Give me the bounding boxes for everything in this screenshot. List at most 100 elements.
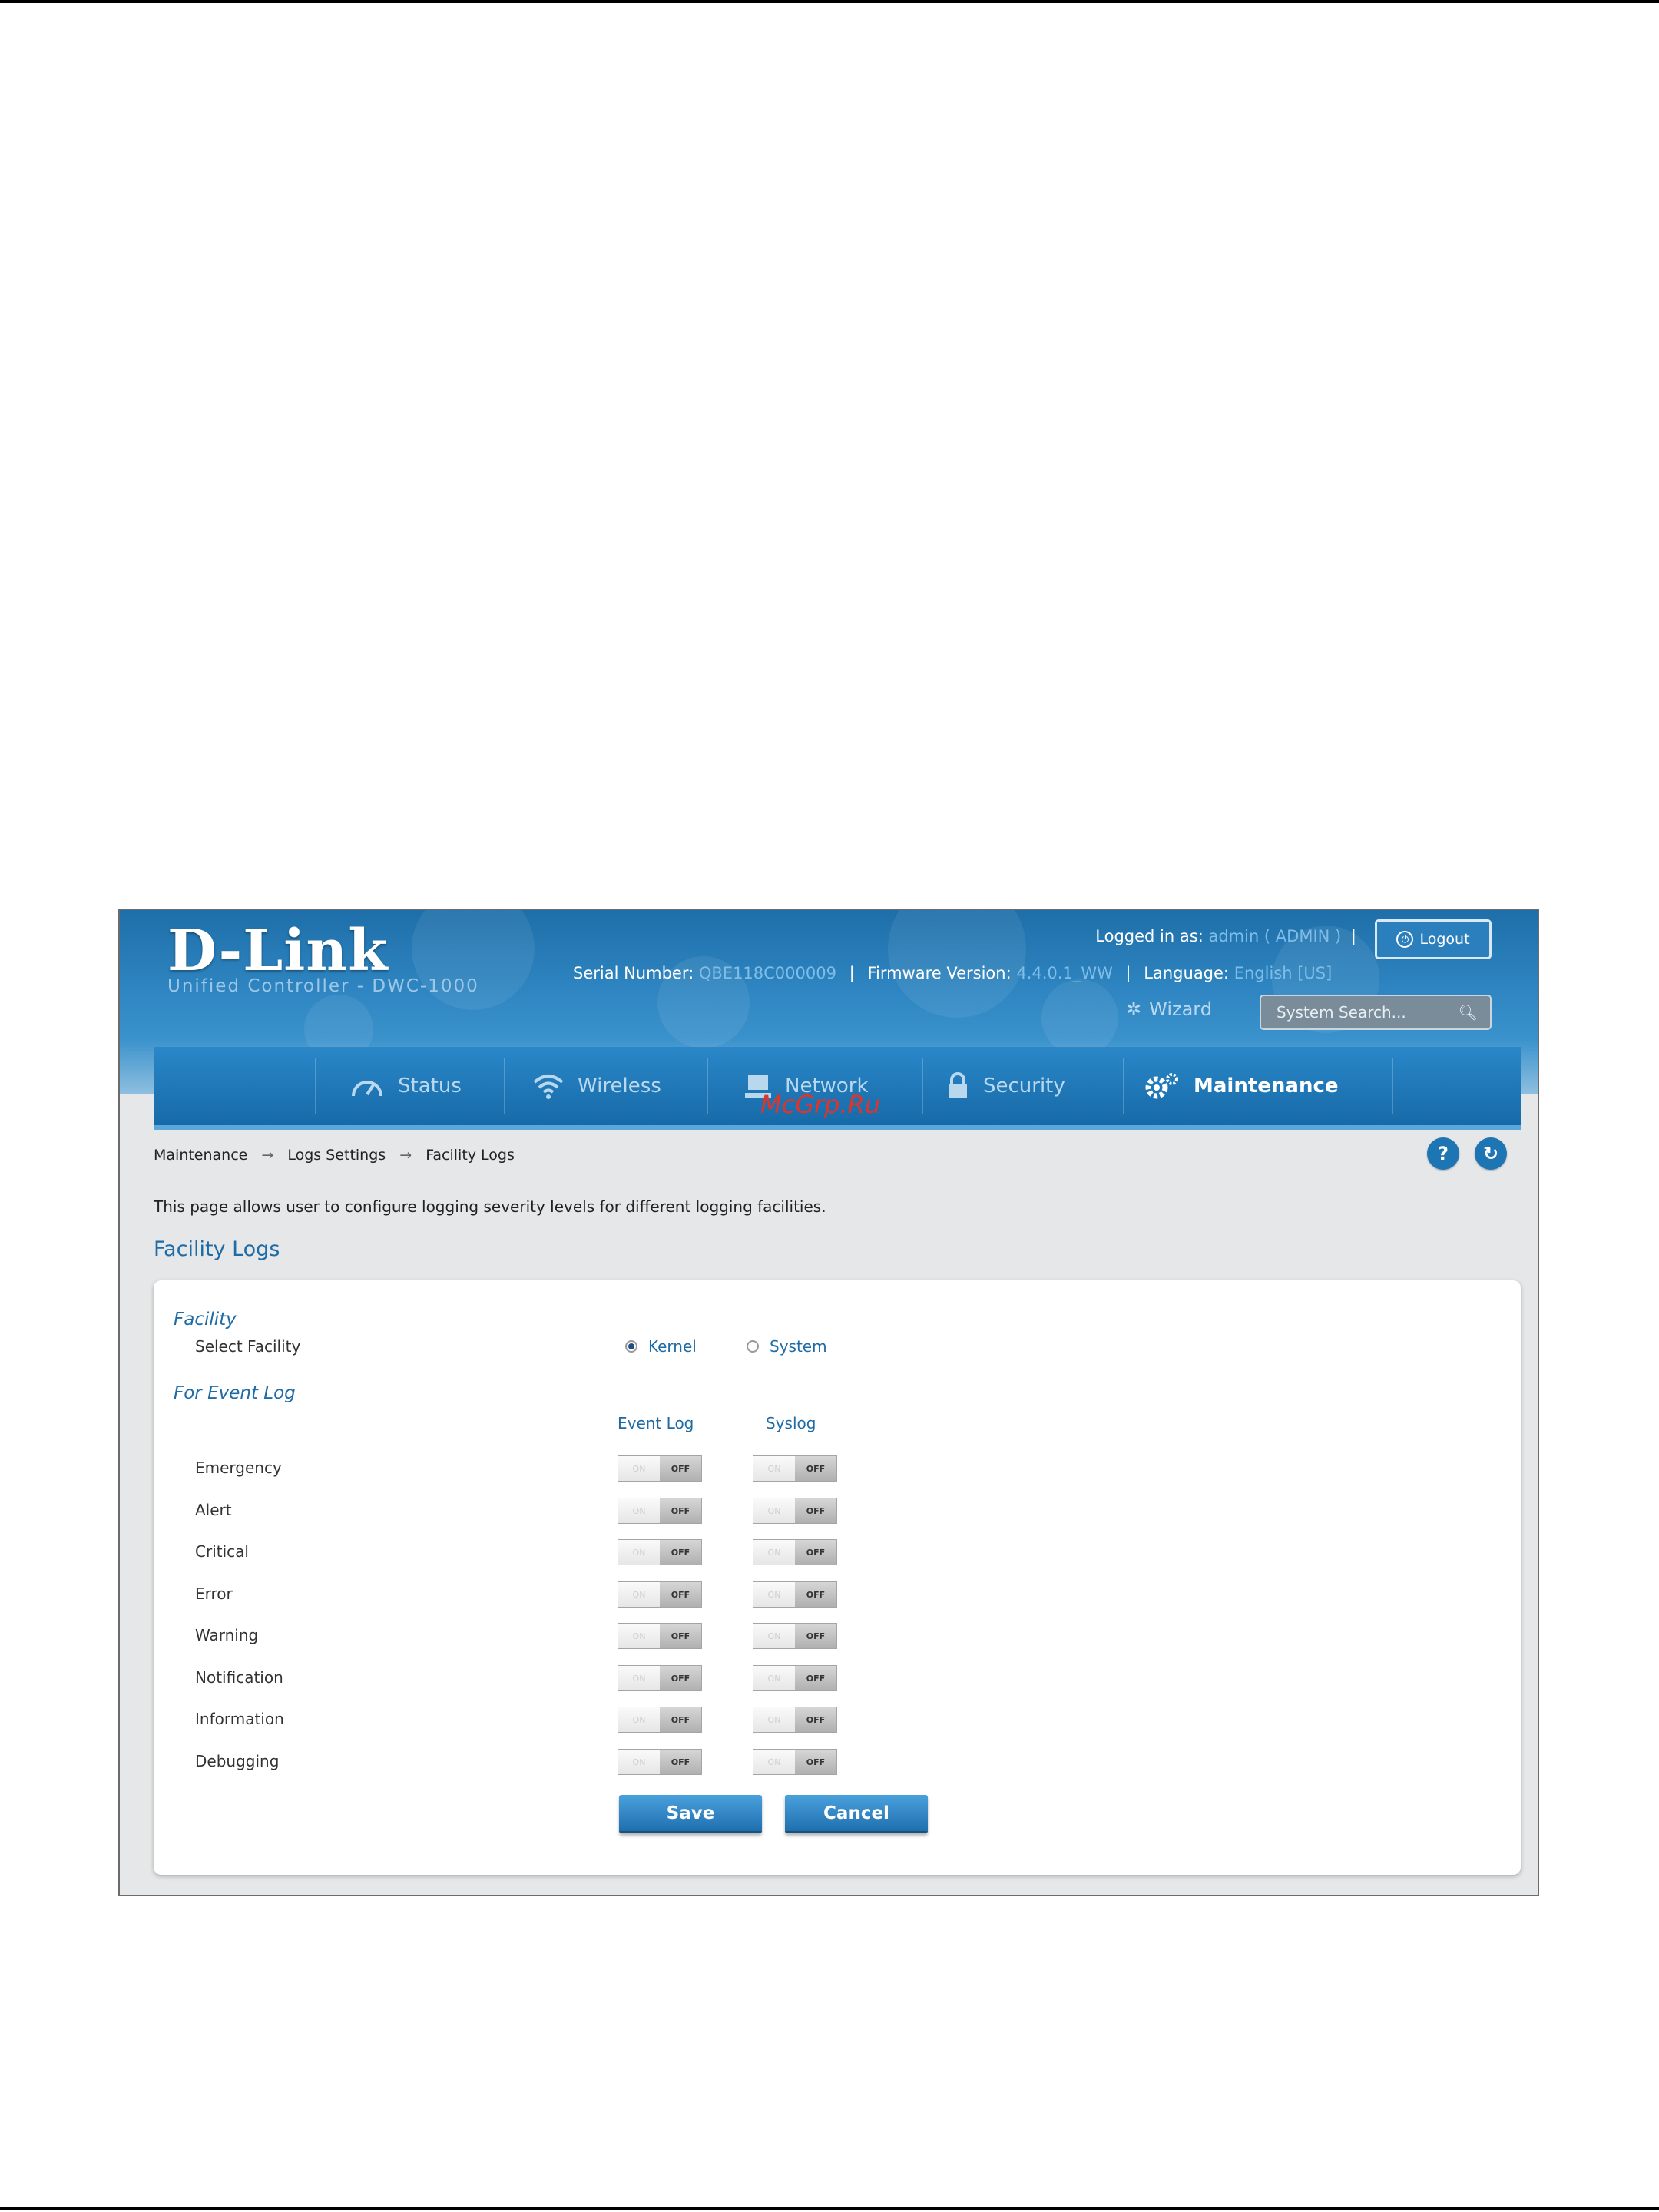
toggle-state: OFF <box>660 1540 701 1565</box>
event-log-toggle-notification[interactable]: ON OFF <box>618 1665 702 1691</box>
event-log-toggle-information[interactable]: ON OFF <box>618 1707 702 1733</box>
speedometer-icon <box>352 1081 382 1097</box>
logged-in-label: Logged in as: <box>1095 927 1204 945</box>
syslog-toggle-notification[interactable]: ON OFF <box>753 1665 837 1691</box>
toggle-on-part: ON <box>753 1540 795 1565</box>
system-search-input[interactable]: System Search... 🔍︎ <box>1260 995 1492 1030</box>
severity-label-error: Error <box>195 1584 233 1603</box>
firmware-label: Firmware Version: <box>867 964 1012 982</box>
toggle-on-part: ON <box>753 1498 795 1523</box>
toggle-state: OFF <box>795 1582 836 1607</box>
serial-value: QBE118C000009 <box>698 964 836 982</box>
toggle-on-part: ON <box>618 1666 660 1690</box>
severity-label-information: Information <box>195 1710 284 1728</box>
toggle-state: OFF <box>660 1582 701 1607</box>
nav-item-maintenance[interactable]: Maintenance <box>1143 1047 1339 1125</box>
breadcrumb-arrow: → <box>261 1147 274 1164</box>
wand-icon: ✲ <box>1126 998 1142 1020</box>
toggle-on-part: ON <box>753 1624 795 1648</box>
refresh-icon[interactable]: ↻ <box>1475 1137 1507 1170</box>
breadcrumb-maintenance[interactable]: Maintenance <box>154 1147 247 1164</box>
toggle-state: OFF <box>660 1666 701 1690</box>
severity-label-debugging: Debugging <box>195 1752 280 1770</box>
event-log-toggle-debugging[interactable]: ON OFF <box>618 1749 702 1775</box>
event-log-toggle-critical[interactable]: ON OFF <box>618 1539 702 1565</box>
app-screenshot: D-Link Unified Controller - DWC-1000 Log… <box>118 909 1539 1896</box>
toggle-on-part: ON <box>618 1750 660 1774</box>
toggle-on-part: ON <box>753 1750 795 1774</box>
wizard-link[interactable]: ✲ Wizard <box>1126 998 1212 1020</box>
nav-item-security[interactable]: Security <box>946 1047 1065 1125</box>
toggle-on-part: ON <box>618 1540 660 1565</box>
syslog-toggle-warning[interactable]: ON OFF <box>753 1623 837 1649</box>
col-syslog: Syslog <box>766 1414 816 1432</box>
event-log-toggle-error[interactable]: ON OFF <box>618 1581 702 1608</box>
device-info: Serial Number: QBE118C000009 | Firmware … <box>573 964 1333 982</box>
toggle-state: OFF <box>795 1666 836 1690</box>
nav-item-status[interactable]: Status <box>350 1047 462 1125</box>
page-top-rule <box>0 0 1659 3</box>
wizard-label: Wizard <box>1149 998 1212 1020</box>
radio-kernel[interactable]: Kernel <box>625 1337 697 1356</box>
severity-label-emergency: Emergency <box>195 1459 282 1477</box>
facility-logs-panel: Facility Select Facility Kernel System F… <box>154 1280 1521 1875</box>
toggle-on-part: ON <box>618 1498 660 1523</box>
save-button[interactable]: Save <box>619 1795 762 1833</box>
search-icon[interactable]: 🔍︎ <box>1459 1003 1478 1022</box>
dlink-logo: D-Link <box>167 918 389 984</box>
language-value[interactable]: English [US] <box>1234 964 1333 982</box>
breadcrumb-arrow: → <box>399 1147 412 1164</box>
syslog-toggle-debugging[interactable]: ON OFF <box>753 1749 837 1775</box>
login-status: Logged in as: admin ( ADMIN ) | <box>1095 927 1356 945</box>
facility-section-title: Facility <box>174 1310 237 1330</box>
toggle-on-part: ON <box>618 1456 660 1481</box>
radio-dot-kernel[interactable] <box>625 1340 637 1353</box>
firmware-value: 4.4.0.1_WW <box>1016 964 1113 982</box>
syslog-toggle-emergency[interactable]: ON OFF <box>753 1455 837 1482</box>
help-icon[interactable]: ? <box>1427 1137 1459 1170</box>
radio-dot-system[interactable] <box>747 1340 759 1353</box>
breadcrumb-logs-settings[interactable]: Logs Settings <box>287 1147 386 1164</box>
syslog-toggle-information[interactable]: ON OFF <box>753 1707 837 1733</box>
toggle-state: OFF <box>795 1750 836 1774</box>
toggle-state: OFF <box>795 1540 836 1565</box>
logged-in-user[interactable]: admin ( ADMIN ) <box>1208 927 1341 945</box>
nav-label-status: Status <box>398 1075 462 1098</box>
toggle-on-part: ON <box>753 1666 795 1690</box>
logout-button[interactable]: ⏻ Logout <box>1375 919 1492 959</box>
toggle-state: OFF <box>660 1707 701 1732</box>
cancel-button[interactable]: Cancel <box>785 1795 928 1833</box>
toggle-state: OFF <box>660 1456 701 1481</box>
syslog-toggle-error[interactable]: ON OFF <box>753 1581 837 1608</box>
toggle-on-part: ON <box>753 1582 795 1607</box>
nav-item-wireless[interactable]: Wireless <box>533 1047 661 1125</box>
select-facility-label: Select Facility <box>195 1337 301 1356</box>
radio-system[interactable]: System <box>747 1337 827 1356</box>
event-log-toggle-emergency[interactable]: ON OFF <box>618 1455 702 1482</box>
page-title: Facility Logs <box>154 1237 280 1261</box>
language-label: Language: <box>1144 964 1230 982</box>
toggle-on-part: ON <box>618 1624 660 1648</box>
toggle-on-part: ON <box>753 1707 795 1732</box>
col-event-log: Event Log <box>618 1414 694 1432</box>
radio-system-label: System <box>770 1337 827 1356</box>
syslog-toggle-alert[interactable]: ON OFF <box>753 1498 837 1524</box>
toggle-state: OFF <box>660 1498 701 1523</box>
breadcrumb: Maintenance → Logs Settings → Facility L… <box>154 1147 515 1164</box>
gears-icon <box>1145 1073 1178 1099</box>
page-description: This page allows user to configure loggi… <box>154 1197 826 1216</box>
severity-label-alert: Alert <box>195 1501 232 1519</box>
event-log-toggle-warning[interactable]: ON OFF <box>618 1623 702 1649</box>
watermark: McGrp.Ru <box>760 1090 881 1119</box>
toggle-on-part: ON <box>753 1456 795 1481</box>
toggle-state: OFF <box>795 1707 836 1732</box>
nav-label-wireless: Wireless <box>578 1075 661 1098</box>
wifi-icon <box>533 1075 564 1099</box>
event-log-toggle-alert[interactable]: ON OFF <box>618 1498 702 1524</box>
severity-label-notification: Notification <box>195 1668 283 1687</box>
search-placeholder: System Search... <box>1277 1003 1406 1022</box>
severity-label-critical: Critical <box>195 1542 249 1561</box>
toggle-on-part: ON <box>618 1707 660 1732</box>
nav-label-security: Security <box>983 1075 1065 1098</box>
syslog-toggle-critical[interactable]: ON OFF <box>753 1539 837 1565</box>
